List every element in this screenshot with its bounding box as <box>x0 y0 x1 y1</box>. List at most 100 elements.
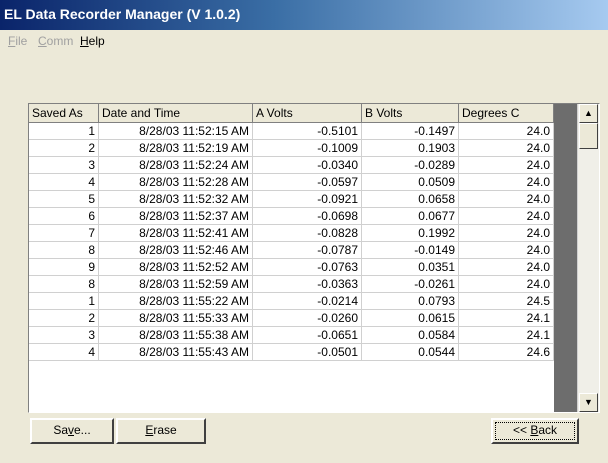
cell-b-volts: 0.1992 <box>362 225 459 242</box>
back-button[interactable]: << Back <box>491 418 579 444</box>
cell-b-volts: 0.1903 <box>362 140 459 157</box>
cell-date-time: 8/28/03 11:52:52 AM <box>99 259 253 276</box>
cell-degrees-c: 24.0 <box>459 123 554 140</box>
cell-a-volts: -0.1009 <box>253 140 362 157</box>
cell-a-volts: -0.0340 <box>253 157 362 174</box>
cell-b-volts: -0.0261 <box>362 276 459 293</box>
grid-empty-area <box>554 104 577 412</box>
data-grid[interactable]: Saved As Date and Time A Volts B Volts Degre… <box>28 103 600 413</box>
cell-saved-as: 1 <box>29 293 99 310</box>
cell-saved-as: 4 <box>29 174 99 191</box>
cell-degrees-c: 24.1 <box>459 310 554 327</box>
cell-saved-as: 4 <box>29 344 99 361</box>
cell-b-volts: 0.0351 <box>362 259 459 276</box>
cell-degrees-c: 24.0 <box>459 191 554 208</box>
cell-a-volts: -0.0651 <box>253 327 362 344</box>
cell-a-volts: -0.0501 <box>253 344 362 361</box>
save-pre: Sa <box>53 423 68 437</box>
scroll-up-button[interactable]: ▲ <box>579 104 598 123</box>
menu-comm-mnemonic: C <box>38 34 47 48</box>
menu-help[interactable]: Help <box>80 34 105 48</box>
cell-degrees-c: 24.6 <box>459 344 554 361</box>
vertical-scrollbar[interactable]: ▲ ▼ <box>577 104 599 412</box>
cell-saved-as: 8 <box>29 276 99 293</box>
cell-degrees-c: 24.0 <box>459 208 554 225</box>
back-post: ack <box>538 423 558 437</box>
cell-b-volts: 0.0509 <box>362 174 459 191</box>
cell-a-volts: -0.0597 <box>253 174 362 191</box>
cell-degrees-c: 24.0 <box>459 157 554 174</box>
erase-button-label: Erase <box>145 420 176 441</box>
cell-a-volts: -0.0260 <box>253 310 362 327</box>
menu-help-mnemonic: H <box>80 34 89 48</box>
back-button-label: << Back <box>513 420 557 441</box>
cell-b-volts: -0.0289 <box>362 157 459 174</box>
cell-degrees-c: 24.0 <box>459 225 554 242</box>
menu-help-rest: elp <box>88 34 105 48</box>
cell-a-volts: -0.0787 <box>253 242 362 259</box>
cell-date-time: 8/28/03 11:52:46 AM <box>99 242 253 259</box>
cell-b-volts: 0.0793 <box>362 293 459 310</box>
cell-a-volts: -0.0214 <box>253 293 362 310</box>
cell-saved-as: 9 <box>29 259 99 276</box>
cell-a-volts: -0.0921 <box>253 191 362 208</box>
cell-degrees-c: 24.0 <box>459 242 554 259</box>
cell-date-time: 8/28/03 11:52:28 AM <box>99 174 253 191</box>
cell-a-volts: -0.0763 <box>253 259 362 276</box>
cell-saved-as: 2 <box>29 310 99 327</box>
save-button[interactable]: Save... <box>30 418 114 444</box>
cell-b-volts: 0.0658 <box>362 191 459 208</box>
cell-saved-as: 7 <box>29 225 99 242</box>
cell-b-volts: 0.0615 <box>362 310 459 327</box>
cell-a-volts: -0.0828 <box>253 225 362 242</box>
erase-post: rase <box>153 423 177 437</box>
cell-degrees-c: 24.0 <box>459 174 554 191</box>
cell-degrees-c: 24.0 <box>459 259 554 276</box>
cell-date-time: 8/28/03 11:52:24 AM <box>99 157 253 174</box>
window-title: EL Data Recorder Manager (V 1.0.2) <box>4 6 241 22</box>
cell-saved-as: 5 <box>29 191 99 208</box>
cell-date-time: 8/28/03 11:55:33 AM <box>99 310 253 327</box>
cell-date-time: 8/28/03 11:52:37 AM <box>99 208 253 225</box>
cell-b-volts: 0.0544 <box>362 344 459 361</box>
cell-date-time: 8/28/03 11:55:43 AM <box>99 344 253 361</box>
save-post: e... <box>74 423 91 437</box>
column-header-b-volts[interactable]: B Volts <box>362 104 459 123</box>
cell-date-time: 8/28/03 11:55:22 AM <box>99 293 253 310</box>
cell-degrees-c: 24.0 <box>459 140 554 157</box>
cell-b-volts: -0.1497 <box>362 123 459 140</box>
cell-saved-as: 8 <box>29 242 99 259</box>
cell-a-volts: -0.0698 <box>253 208 362 225</box>
menu-bar: File Comm Help <box>0 30 608 52</box>
cell-date-time: 8/28/03 11:52:15 AM <box>99 123 253 140</box>
column-header-a-volts[interactable]: A Volts <box>253 104 362 123</box>
scroll-thumb[interactable] <box>579 123 598 149</box>
back-pre: << <box>512 423 531 437</box>
menu-file-rest: ile <box>15 34 28 48</box>
cell-date-time: 8/28/03 11:52:59 AM <box>99 276 253 293</box>
title-bar[interactable]: EL Data Recorder Manager (V 1.0.2) <box>0 0 608 30</box>
cell-saved-as: 3 <box>29 327 99 344</box>
menu-comm-rest: omm <box>46 34 74 48</box>
cell-b-volts: 0.0584 <box>362 327 459 344</box>
cell-b-volts: 0.0677 <box>362 208 459 225</box>
scroll-down-button[interactable]: ▼ <box>579 393 598 412</box>
column-header-date-time[interactable]: Date and Time <box>99 104 253 123</box>
cell-a-volts: -0.0363 <box>253 276 362 293</box>
cell-degrees-c: 24.1 <box>459 327 554 344</box>
erase-button[interactable]: Erase <box>116 418 206 444</box>
cell-saved-as: 3 <box>29 157 99 174</box>
cell-degrees-c: 24.5 <box>459 293 554 310</box>
column-header-saved-as[interactable]: Saved As <box>29 104 99 123</box>
cell-date-time: 8/28/03 11:52:32 AM <box>99 191 253 208</box>
column-header-degrees-c[interactable]: Degrees C <box>459 104 554 123</box>
cell-saved-as: 6 <box>29 208 99 225</box>
cell-saved-as: 2 <box>29 140 99 157</box>
triangle-up-icon: ▲ <box>584 108 593 118</box>
cell-date-time: 8/28/03 11:52:41 AM <box>99 225 253 242</box>
menu-comm[interactable]: Comm <box>38 34 73 48</box>
triangle-down-icon: ▼ <box>584 397 593 407</box>
menu-file[interactable]: File <box>8 34 27 48</box>
cell-saved-as: 1 <box>29 123 99 140</box>
cell-date-time: 8/28/03 11:55:38 AM <box>99 327 253 344</box>
